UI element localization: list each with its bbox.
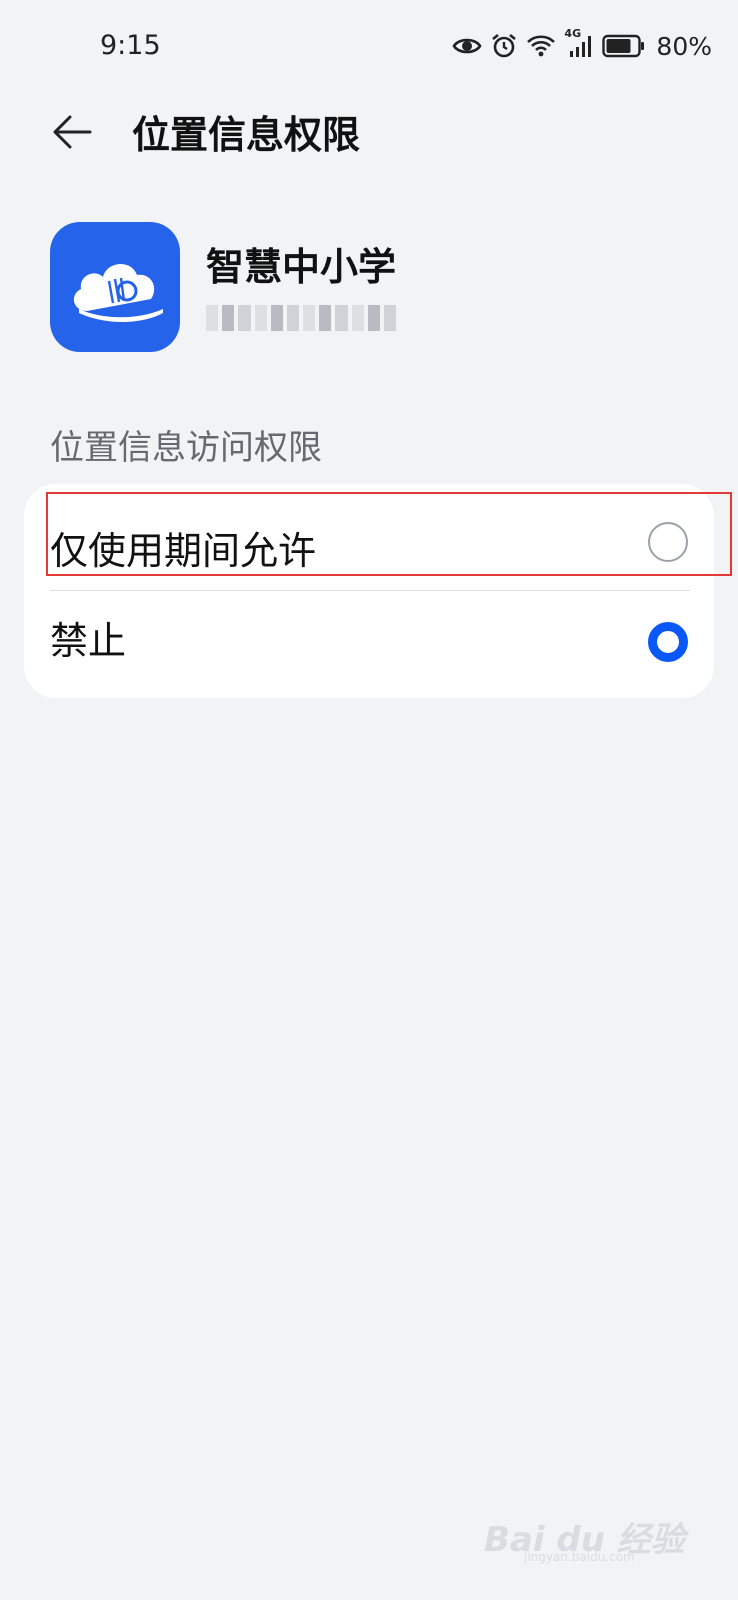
wifi-icon xyxy=(526,33,556,59)
alarm-icon xyxy=(490,32,518,60)
network-label: 4G xyxy=(564,27,582,40)
signal-icon: 4G xyxy=(564,27,594,59)
eye-icon xyxy=(452,35,482,57)
watermark: Bai du 经验 jingyan.baidu.com xyxy=(484,1500,704,1570)
option-deny[interactable]: 禁止 xyxy=(24,584,714,684)
options-card: 仅使用期间允许 禁止 xyxy=(24,484,714,698)
watermark-sub: jingyan.baidu.com xyxy=(524,1550,635,1564)
app-name: 智慧中小学 xyxy=(206,245,397,289)
app-info: 智慧中小学 xyxy=(50,222,690,354)
page-title: 位置信息权限 xyxy=(132,113,361,157)
section-label: 位置信息访问权限 xyxy=(50,428,322,468)
cloud-book-icon xyxy=(73,263,163,322)
option-allow-while-using[interactable]: 仅使用期间允许 xyxy=(24,484,714,584)
status-bar: 9:15 4G 80% xyxy=(0,0,738,92)
battery-icon xyxy=(602,34,646,58)
status-time: 9:15 xyxy=(100,30,161,61)
app-icon xyxy=(50,222,180,352)
option-label: 禁止 xyxy=(50,619,127,663)
status-icons: 4G 80% xyxy=(452,27,712,64)
header: 位置信息权限 xyxy=(0,92,738,172)
back-button[interactable] xyxy=(46,108,98,156)
radio-selected[interactable] xyxy=(648,622,688,662)
radio-unselected[interactable] xyxy=(648,522,688,562)
option-label: 仅使用期间允许 xyxy=(50,529,317,573)
arrow-left-icon xyxy=(53,115,92,149)
battery-percent: 80% xyxy=(656,31,712,61)
app-version-blurred xyxy=(206,300,397,336)
